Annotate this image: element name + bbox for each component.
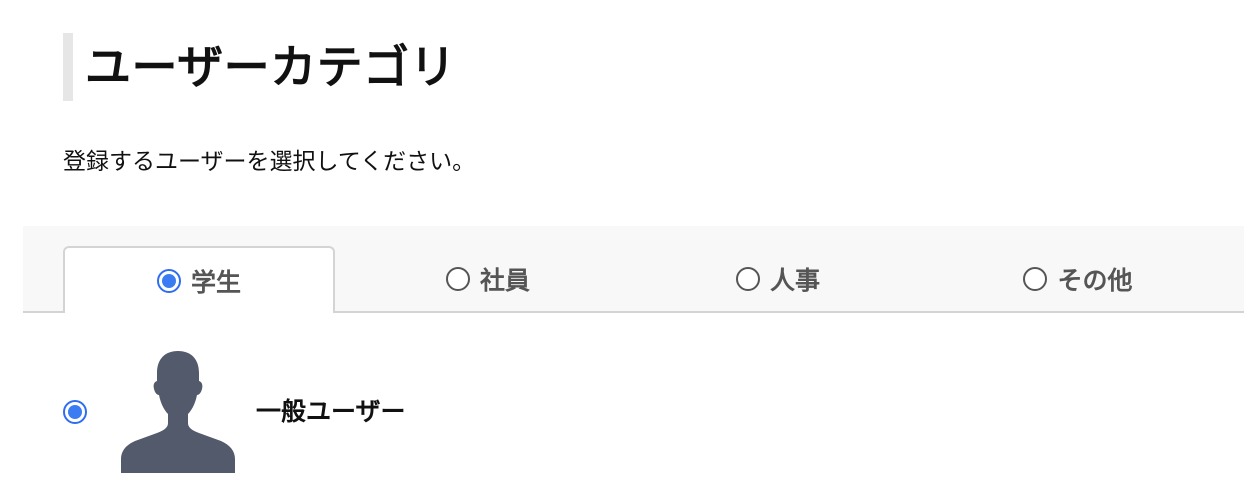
general-user-label: 一般ユーザー — [256, 397, 406, 426]
tab-student[interactable]: 学生 — [63, 246, 335, 313]
tab-other-label: その他 — [1057, 266, 1133, 295]
tab-student-radio[interactable] — [156, 268, 181, 293]
category-tab-bar: 学生 社員 人事 その他 — [23, 226, 1244, 313]
user-option-general[interactable]: 一般ユーザー — [63, 345, 563, 473]
tab-employee[interactable]: 社員 — [353, 246, 623, 312]
title-accent-bar — [63, 33, 73, 101]
instruction-text: 登録するユーザーを選択してください。 — [63, 149, 476, 175]
tab-hr[interactable]: 人事 — [643, 246, 913, 312]
page-title-block: ユーザーカテゴリ — [63, 33, 456, 101]
tab-other-radio[interactable] — [1023, 267, 1048, 291]
page: ユーザーカテゴリ 登録するユーザーを選択してください。 学生 社員 人事 その他… — [0, 0, 1244, 494]
tab-employee-radio[interactable] — [445, 267, 470, 291]
tab-student-label: 学生 — [190, 267, 241, 297]
tab-employee-label: 社員 — [479, 266, 530, 295]
user-silhouette-icon — [121, 351, 235, 473]
tab-other[interactable]: その他 — [933, 246, 1223, 312]
general-user-radio[interactable] — [63, 400, 87, 424]
page-title: ユーザーカテゴリ — [85, 40, 457, 94]
tab-hr-radio[interactable] — [735, 267, 760, 291]
tab-hr-label: 人事 — [769, 266, 820, 295]
